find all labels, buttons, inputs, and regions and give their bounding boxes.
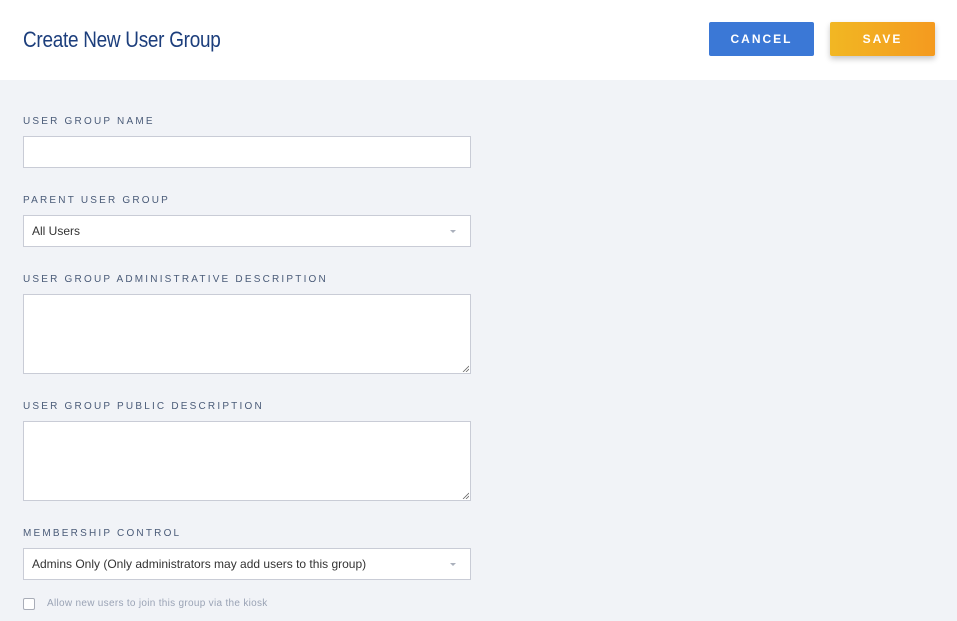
chevron-down-icon xyxy=(450,230,456,233)
kiosk-join-checkbox[interactable] xyxy=(23,598,35,610)
chevron-down-icon xyxy=(450,563,456,566)
resize-grip-icon[interactable] xyxy=(461,491,469,499)
public-description-textarea[interactable] xyxy=(23,421,471,501)
membership-control-select[interactable]: Admins Only (Only administrators may add… xyxy=(23,548,471,580)
user-group-name-label: USER GROUP NAME xyxy=(23,116,155,127)
page-title: Create New User Group xyxy=(23,27,221,52)
public-description-label: USER GROUP PUBLIC DESCRIPTION xyxy=(23,401,264,412)
save-button[interactable]: SAVE xyxy=(830,22,935,56)
parent-user-group-value: All Users xyxy=(32,224,81,238)
user-group-name-input[interactable] xyxy=(23,136,471,168)
page-header: Create New User Group CANCEL SAVE xyxy=(0,0,957,80)
admin-description-label: USER GROUP ADMINISTRATIVE DESCRIPTION xyxy=(23,274,328,285)
parent-user-group-select[interactable]: All Users xyxy=(23,215,471,247)
membership-control-label: MEMBERSHIP CONTROL xyxy=(23,528,182,539)
membership-control-value: Admins Only (Only administrators may add… xyxy=(32,557,367,571)
kiosk-join-label[interactable]: Allow new users to join this group via t… xyxy=(47,598,268,609)
resize-grip-icon[interactable] xyxy=(461,364,469,372)
admin-description-textarea[interactable] xyxy=(23,294,471,374)
cancel-button[interactable]: CANCEL xyxy=(709,22,814,56)
parent-user-group-label: PARENT USER GROUP xyxy=(23,195,171,206)
